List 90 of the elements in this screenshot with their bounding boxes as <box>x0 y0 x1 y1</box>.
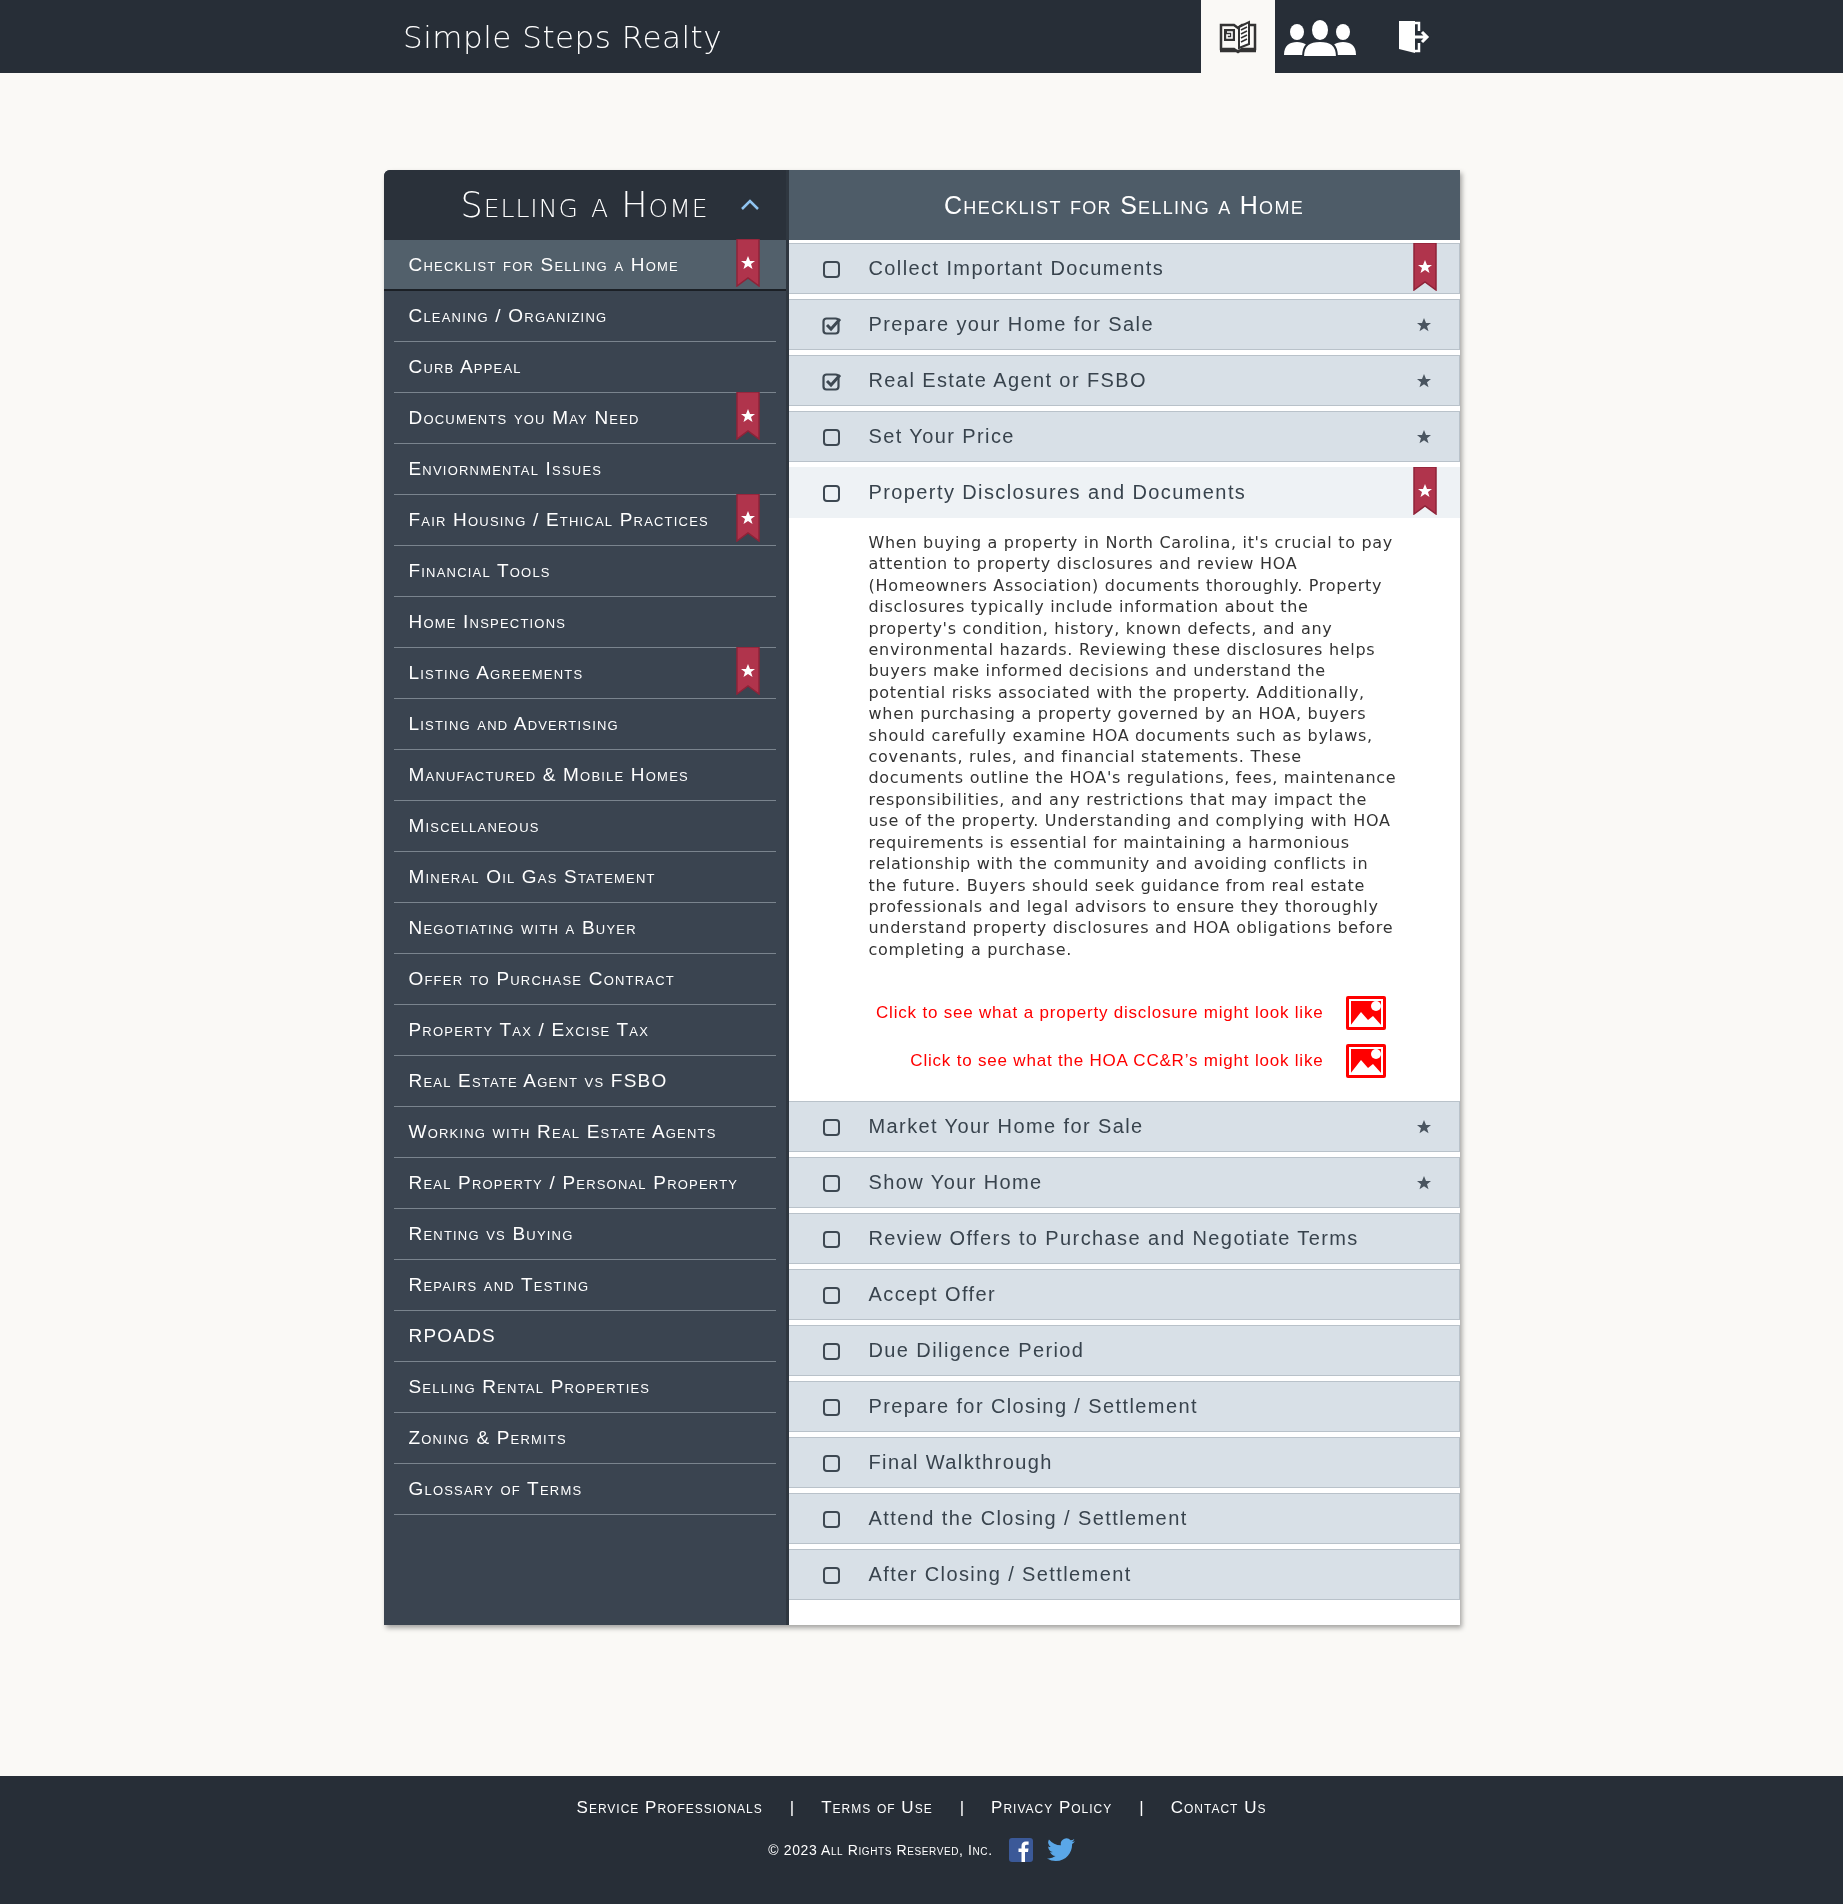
sidebar-item[interactable]: Real Property / Personal Property <box>393 1158 776 1209</box>
checkbox[interactable] <box>821 258 842 279</box>
sidebar-item[interactable]: Documents you May Need <box>393 393 776 444</box>
checklist-row[interactable]: After Closing / Settlement <box>788 1549 1460 1601</box>
checklist-row[interactable]: Show Your Home <box>788 1157 1460 1209</box>
checkbox[interactable] <box>821 426 842 447</box>
checkbox[interactable] <box>821 1284 842 1305</box>
checklist-row[interactable]: Collect Important Documents <box>788 243 1460 294</box>
sidebar-item[interactable]: Fair Housing / Ethical Practices <box>393 495 776 546</box>
sidebar-item[interactable]: Glossary of Terms <box>393 1464 776 1515</box>
checklist-label: Show Your Home <box>868 1171 1043 1195</box>
checklist-row[interactable]: Real Estate Agent or FSBO <box>788 355 1460 406</box>
checklist-label: Property Disclosures and Documents <box>868 481 1247 504</box>
checkbox[interactable] <box>821 1116 842 1137</box>
checklist-label: Accept Offer <box>868 1283 997 1307</box>
image-icon <box>1345 996 1386 1031</box>
sidebar-item[interactable]: Property Tax / Excise Tax <box>393 1005 776 1056</box>
checklist-row[interactable]: Attend the Closing / Settlement <box>788 1493 1460 1545</box>
checked-checkbox[interactable] <box>821 370 842 391</box>
checkbox[interactable] <box>821 1508 842 1529</box>
checklist-row[interactable]: Review Offers to Purchase and Negotiate Terms <box>788 1213 1460 1265</box>
checklist-label: Market Your Home for Sale <box>868 1115 1144 1139</box>
sidebar-item[interactable]: RPOADS <box>393 1311 776 1362</box>
facebook-icon[interactable] <box>1008 1838 1033 1862</box>
star-icon[interactable] <box>1415 1175 1432 1192</box>
copyright-text: © 2023 All Rights Reserved, Inc. <box>768 1842 993 1858</box>
checked-checkbox[interactable] <box>821 314 842 335</box>
sidebar-header[interactable]: Selling a Home <box>383 170 786 240</box>
example-link[interactable]: Click to see what the HOA CC&R’s might look like <box>910 1051 1324 1072</box>
sidebar-item[interactable]: Zoning & Permits <box>393 1413 776 1464</box>
checklist-label: Attend the Closing / Settlement <box>868 1507 1188 1531</box>
sidebar-item[interactable]: Selling Rental Properties <box>393 1362 776 1413</box>
checklist-label: After Closing / Settlement <box>868 1563 1132 1587</box>
example-link[interactable]: Click to see what a property disclosure might look like <box>876 1003 1324 1024</box>
star-icon[interactable] <box>1415 373 1432 389</box>
checkbox[interactable] <box>821 1564 842 1585</box>
checklist-label: Collect Important Documents <box>868 257 1165 280</box>
checklist-row[interactable]: Prepare for Closing / Settlement <box>788 1381 1460 1433</box>
checklist-row[interactable]: Final Walkthrough <box>788 1437 1460 1489</box>
toolbar-button[interactable] <box>1201 0 1275 73</box>
checklist-label: Review Offers to Purchase and Negotiate Terms <box>868 1227 1359 1251</box>
footer-link[interactable]: Contact Us <box>1170 1798 1267 1818</box>
checkbox[interactable] <box>821 1452 842 1473</box>
star-icon[interactable] <box>1415 1119 1432 1136</box>
checklist-row[interactable]: Property Disclosures and Documents <box>788 467 1460 518</box>
checklist-row[interactable]: Accept Offer <box>788 1269 1460 1321</box>
checklist-label: Due Diligence Period <box>868 1339 1085 1363</box>
sidebar-item[interactable]: Renting vs Buying <box>393 1209 776 1260</box>
separator: | <box>1139 1798 1144 1818</box>
checkbox[interactable] <box>821 1228 842 1249</box>
sidebar-item[interactable]: Offer to Purchase Contract <box>393 954 776 1005</box>
sidebar-title: Selling a Home <box>460 185 709 225</box>
footer-link[interactable]: Privacy Policy <box>991 1798 1113 1818</box>
sidebar-item[interactable]: Mineral Oil Gas Statement <box>393 852 776 903</box>
checkbox[interactable] <box>821 1396 842 1417</box>
panel-header: Checklist for Selling a Home <box>788 170 1460 240</box>
checklist-row[interactable]: Prepare your Home for Sale <box>788 299 1460 350</box>
separator: | <box>789 1798 795 1818</box>
sidebar-item[interactable]: Repairs and Testing <box>393 1260 776 1311</box>
twitter-bird-icon[interactable] <box>1046 1838 1075 1862</box>
sidebar-item[interactable]: Negotiating with a Buyer <box>393 903 776 954</box>
sidebar-item[interactable]: Real Estate Agent vs FSBO <box>393 1056 776 1107</box>
checkbox[interactable] <box>821 482 842 503</box>
checkbox[interactable] <box>821 1172 842 1193</box>
sidebar-item[interactable]: Cleaning / Organizing <box>393 291 776 342</box>
checklist-label: Real Estate Agent or FSBO <box>868 369 1147 392</box>
footer-link[interactable]: Terms of Use <box>821 1798 933 1818</box>
checklist-label: Final Walkthrough <box>868 1451 1053 1475</box>
checklist-row[interactable]: Due Diligence Period <box>788 1325 1460 1377</box>
sidebar-item[interactable]: Financial Tools <box>393 546 776 597</box>
sidebar-item[interactable]: Listing and Advertising <box>393 699 776 750</box>
checklist-label: Prepare your Home for Sale <box>868 313 1154 336</box>
sidebar-item[interactable]: Working with Real Estate Agents <box>393 1107 776 1158</box>
star-icon[interactable] <box>1415 429 1432 445</box>
sidebar-item[interactable]: Miscellaneous <box>393 801 776 852</box>
checklist-row[interactable]: Market Your Home for Sale <box>788 1101 1460 1153</box>
sidebar-item[interactable]: Listing Agreements <box>393 648 776 699</box>
sidebar-item[interactable]: Checklist for Selling a Home <box>383 240 786 291</box>
checkbox[interactable] <box>821 1340 842 1361</box>
bookmark-ribbon-icon[interactable] <box>1412 243 1437 291</box>
image-icon <box>1345 1044 1386 1079</box>
checklist-label: Set Your Price <box>868 425 1015 448</box>
sidebar-item[interactable]: Manufactured & Mobile Homes <box>393 750 776 801</box>
star-icon[interactable] <box>1415 317 1432 333</box>
separator: | <box>959 1798 965 1818</box>
bookmark-ribbon-icon[interactable] <box>1412 467 1437 515</box>
description-paragraph: When buying a property in North Carolina, it's crucial to pay attention to property disclosures and review HOA (Homeowners Association) documents thoroughly. Property disclosures typically include information about the property's condition, history, known defects, and any environmental hazards. Reviewing these disclosures helps buyers make informed decisions and understand the potential risks associated with the property. Additionally, when purchasing a property governed by an HOA, buyers should carefully examine HOA documents such as bylaws, covenants, rules, and financial statements. These documents outline the HOA's regulations, fees, maintenance responsibilities, and any restrictions that may impact the use of the property. Understanding and complying with HOA requirements is essential for maintaining a harmonious relationship with the community and avoiding conflicts in the future. Buyers should seek guidance from real estate professionals and legal advisors to ensure they thoroughly understand property disclosures and HOA obligations before completing a purchase. <box>868 532 1398 961</box>
footer-link[interactable]: Service Professionals <box>576 1798 763 1818</box>
checklist-label: Prepare for Closing / Settlement <box>868 1395 1198 1419</box>
checklist-row[interactable]: Set Your Price <box>788 411 1460 462</box>
